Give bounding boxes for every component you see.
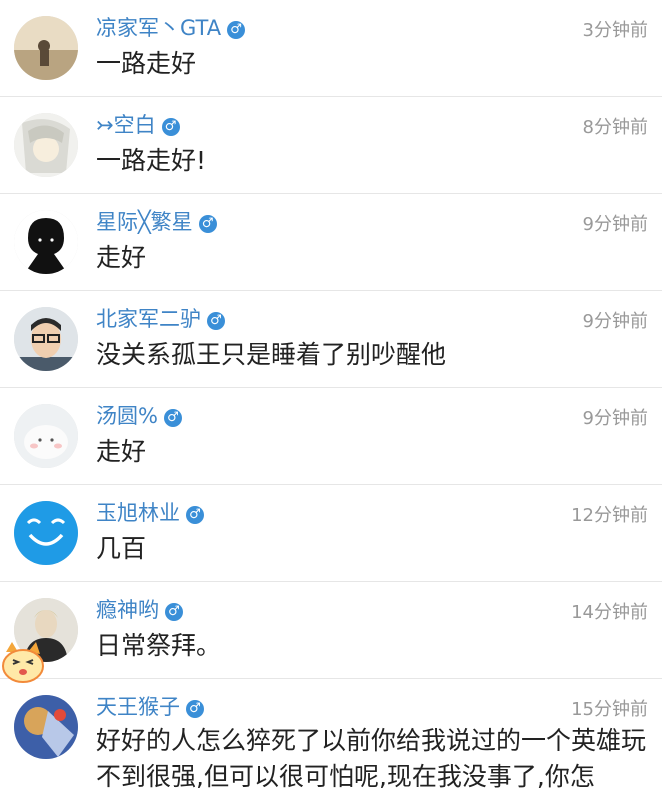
username[interactable]: 瘾神哟 ♂	[96, 594, 183, 624]
username[interactable]: 星际╳繁星 ♂	[96, 206, 217, 236]
timestamp: 9分钟前	[582, 311, 648, 332]
comment-item[interactable]: 玉旭林业 ♂ 12分钟前 几百	[0, 485, 662, 582]
cat-sticker-icon	[0, 640, 46, 686]
comment-item[interactable]: 北家军二驴 ♂ 9分钟前 没关系孤王只是睡着了别吵醒他	[0, 291, 662, 388]
comment-list: 凉家军丶GTA ♂ 3分钟前 一路走好 ↣空白 ♂ 8分钟前 一路走好! 星际╳繁星…	[0, 0, 662, 806]
comment-item[interactable]: 凉家军丶GTA ♂ 3分钟前 一路走好	[0, 0, 662, 97]
avatar[interactable]	[14, 404, 78, 468]
comment-item[interactable]: 星际╳繁星 ♂ 9分钟前 走好	[0, 194, 662, 291]
comment-item[interactable]: 瘾神哟 ♂ 14分钟前 日常祭拜。	[0, 582, 662, 679]
male-icon: ♂	[165, 603, 183, 621]
male-icon: ♂	[198, 215, 217, 233]
username[interactable]: 汤圆% ♂	[96, 400, 182, 430]
username[interactable]: 凉家军丶GTA ♂	[96, 12, 246, 42]
timestamp: 12分钟前	[571, 505, 648, 526]
male-icon: ♂	[186, 506, 204, 524]
comment-text: 一路走好	[96, 49, 197, 78]
comment-item[interactable]: 天王猴子 ♂ 15分钟前 好好的人怎么猝死了以前你给我说过的一个英雄玩不到很强,但…	[0, 679, 662, 809]
comment-text: 没关系孤王只是睡着了别吵醒他	[96, 340, 447, 369]
username[interactable]: 北家军二驴 ♂	[96, 303, 225, 333]
comment-text: 日常祭拜。	[96, 631, 222, 660]
avatar[interactable]	[14, 113, 78, 177]
avatar[interactable]	[14, 210, 78, 274]
timestamp: 14分钟前	[571, 602, 648, 623]
avatar[interactable]	[14, 307, 78, 371]
male-icon: ♂	[186, 700, 204, 718]
username[interactable]: ↣空白 ♂	[96, 109, 180, 139]
timestamp: 9分钟前	[582, 408, 648, 429]
username[interactable]: 玉旭林业 ♂	[96, 497, 204, 527]
timestamp: 15分钟前	[571, 699, 648, 720]
timestamp: 9分钟前	[582, 214, 648, 235]
comment-text: 好好的人怎么猝死了以前你给我说过的一个英雄玩不到很强,但可以很可怕呢,现在我没事…	[96, 726, 647, 791]
comment-item[interactable]: ↣空白 ♂ 8分钟前 一路走好!	[0, 97, 662, 194]
comment-text: 走好	[96, 437, 147, 466]
male-icon: ♂	[227, 21, 246, 39]
male-icon: ♂	[161, 118, 180, 136]
comment-text: 一路走好!	[96, 146, 207, 175]
timestamp: 8分钟前	[582, 117, 648, 138]
comment-text: 走好	[96, 243, 147, 272]
comment-text: 几百	[96, 534, 147, 563]
timestamp: 3分钟前	[582, 20, 648, 41]
avatar[interactable]	[14, 16, 78, 80]
comment-item[interactable]: 汤圆% ♂ 9分钟前 走好	[0, 388, 662, 485]
avatar[interactable]	[14, 501, 78, 565]
male-icon: ♂	[207, 312, 225, 330]
username[interactable]: 天王猴子 ♂	[96, 691, 204, 721]
male-icon: ♂	[163, 409, 182, 427]
avatar[interactable]	[14, 695, 78, 759]
